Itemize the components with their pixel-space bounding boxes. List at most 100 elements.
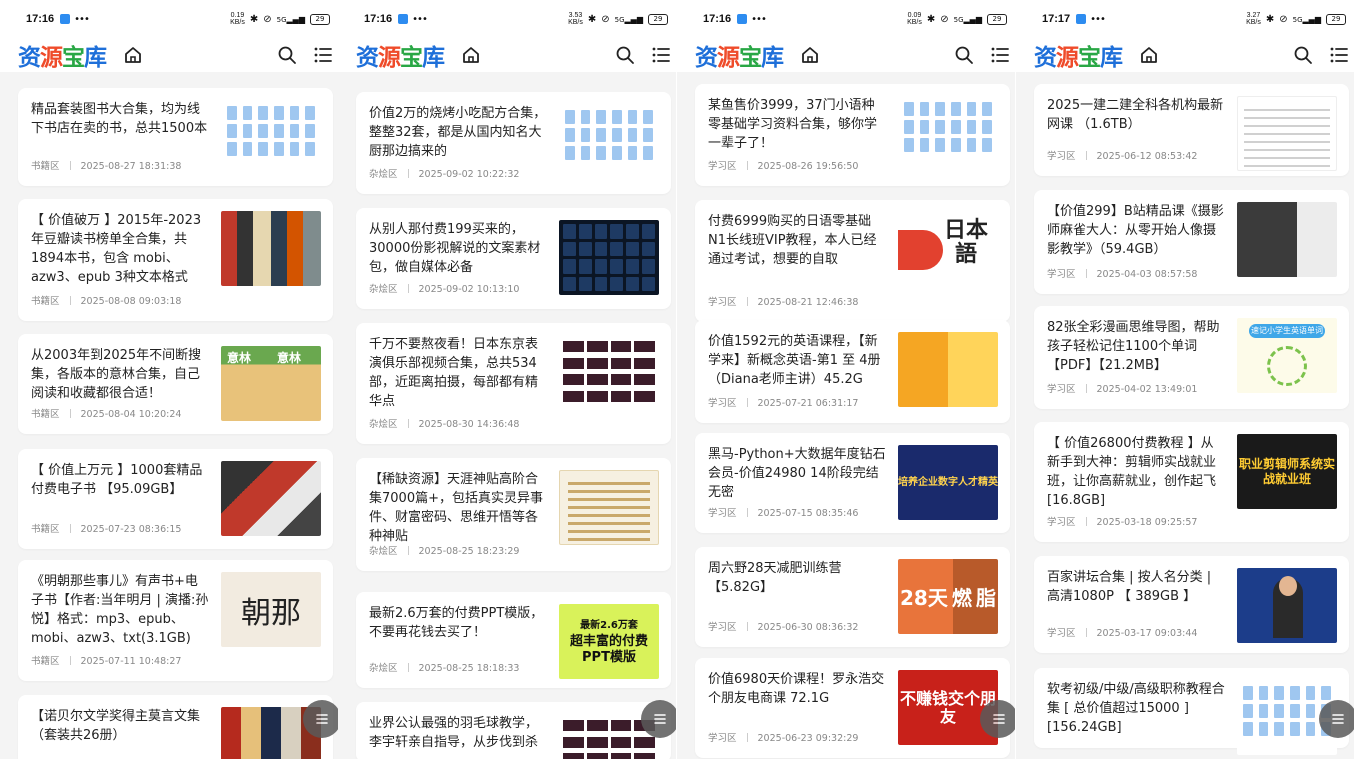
site-logo[interactable]: 资源宝库 bbox=[356, 38, 445, 72]
card-title[interactable]: 82张全彩漫画思维导图，帮助孩子轻松记住1100个单词【PDF】【21.2MB】 bbox=[1047, 318, 1225, 375]
resource-card[interactable]: 千万不要熬夜看！日本东京表演俱乐部视频合集，总共534部，近距离拍摄，每部都有精… bbox=[356, 323, 671, 444]
menu-list-icon[interactable] bbox=[312, 44, 334, 66]
card-title[interactable]: 千万不要熬夜看！日本东京表演俱乐部视频合集，总共534部，近距离拍摄，每部都有精… bbox=[369, 335, 547, 411]
card-category[interactable]: 书籍区 bbox=[31, 409, 60, 420]
card-category[interactable]: 书籍区 bbox=[31, 296, 60, 307]
card-category[interactable]: 学习区 bbox=[708, 622, 737, 633]
site-logo[interactable]: 资源宝库 bbox=[18, 38, 107, 72]
resource-card[interactable]: 【稀缺资源】天涯神贴高阶合集7000篇+，包括真实灵异事件、财富密码、思维开悟等… bbox=[356, 458, 671, 571]
floating-menu-button[interactable] bbox=[1319, 700, 1354, 738]
card-category[interactable]: 书籍区 bbox=[31, 524, 60, 535]
thumbnail-tbl[interactable] bbox=[1237, 96, 1337, 171]
card-category[interactable]: 杂烩区 bbox=[369, 169, 398, 180]
thumbnail-fit[interactable]: 28天燃脂 bbox=[898, 559, 998, 634]
card-title[interactable]: 【 价值26800付费教程 】从新手到大神：剪辑师实战就业班，让你高薪就业，创作… bbox=[1047, 434, 1225, 510]
thumbnail-dark[interactable] bbox=[559, 220, 659, 295]
resource-card[interactable]: 【 价值破万 】2015年-2023年豆瓣读书榜单全合集，共 1894本书，包含… bbox=[18, 199, 333, 321]
resource-card[interactable]: 付费6999购买的日语零基础N1长线班VIP教程，本人已经通过考试，想要的自取学… bbox=[695, 200, 1010, 322]
thumbnail-files[interactable] bbox=[221, 100, 321, 175]
card-title[interactable]: 从2003年到2025年不间断搜集，各版本的意林合集，自己阅读和收藏都很合适！ bbox=[31, 346, 209, 403]
thumbnail-ming[interactable]: 朝那 bbox=[221, 572, 321, 647]
resource-card[interactable]: 【 价值上万元 】1000套精品付费电子书 【95.09GB】 书籍区 2025-0… bbox=[18, 449, 333, 549]
menu-list-icon[interactable] bbox=[989, 44, 1011, 66]
resource-card[interactable]: 最新2.6万套的付费PPT模版，不要再花钱去买了！ 杂烩区 2025-08-25 1… bbox=[356, 592, 671, 688]
thumbnail-files[interactable] bbox=[559, 104, 659, 179]
card-category[interactable]: 杂烩区 bbox=[369, 546, 398, 557]
resource-card[interactable]: 价值1592元的英语课程，【新学来】新概念英语-第1 至 4册（Diana老师主… bbox=[695, 320, 1010, 423]
card-title[interactable]: 精品套装图书大合集，均为线下书店在卖的书，总共1500本 bbox=[31, 100, 209, 138]
card-category[interactable]: 学习区 bbox=[708, 161, 737, 172]
thumbnail-photo[interactable] bbox=[1237, 202, 1337, 277]
resource-card[interactable]: 从2003年到2025年不间断搜集，各版本的意林合集，自己阅读和收藏都很合适！ 书… bbox=[18, 334, 333, 434]
resource-card[interactable]: 百家讲坛合集 | 按人名分类 | 高清1080P 【 389GB 】学习区 202… bbox=[1034, 556, 1349, 653]
resource-card[interactable]: 价值6980天价课程！罗永浩交个朋友电商课 72.1G 学习区 2025-06-23… bbox=[695, 658, 1010, 758]
thumbnail-books[interactable] bbox=[221, 211, 321, 286]
resource-card[interactable]: 【价值299】B站精品课《摄影师麻雀大人：从零开始人像摄影教学》（59.4GB）… bbox=[1034, 190, 1349, 294]
thumbnail-lect[interactable] bbox=[1237, 568, 1337, 643]
search-icon[interactable] bbox=[953, 44, 975, 66]
resource-card[interactable]: 精品套装图书大合集，均为线下书店在卖的书，总共1500本 书籍区 2025-08-2… bbox=[18, 88, 333, 186]
resource-card[interactable]: 2025一建二建全科各机构最新网课 （1.6TB） 学习区 2025-06-12 0… bbox=[1034, 84, 1349, 176]
card-title[interactable]: 付费6999购买的日语零基础N1长线班VIP教程，本人已经通过考试，想要的自取 bbox=[708, 212, 886, 269]
resource-card[interactable]: 【诺贝尔文学奖得主莫言文集（套装共26册） bbox=[18, 695, 333, 759]
thumbnail-mind[interactable]: 速记小学生英语单词 bbox=[1237, 318, 1337, 393]
card-title[interactable]: 从别人那付费199买来的，30000份影视解说的文案素材包，做自媒体必备 bbox=[369, 220, 547, 277]
card-title[interactable]: 价值1592元的英语课程，【新学来】新概念英语-第1 至 4册（Diana老师主… bbox=[708, 332, 886, 389]
site-logo[interactable]: 资源宝库 bbox=[1034, 38, 1123, 72]
resource-card[interactable]: 业界公认最强的羽毛球教学，李宇轩亲自指导，从步伐到杀 bbox=[356, 702, 671, 759]
card-category[interactable]: 学习区 bbox=[1047, 628, 1076, 639]
card-title[interactable]: 最新2.6万套的付费PPT模版，不要再花钱去买了！ bbox=[369, 604, 547, 642]
resource-card[interactable]: 黑马-Python+大数据年度钻石会员-价值24980 14阶段完结无密 学习区 2… bbox=[695, 433, 1010, 533]
search-icon[interactable] bbox=[276, 44, 298, 66]
card-title[interactable]: 【 价值破万 】2015年-2023年豆瓣读书榜单全合集，共 1894本书，包含… bbox=[31, 211, 209, 287]
card-category[interactable]: 学习区 bbox=[1047, 517, 1076, 528]
thumbnail-eng[interactable] bbox=[898, 332, 998, 407]
card-category[interactable]: 学习区 bbox=[708, 508, 737, 519]
thumbnail-edit[interactable]: 职业剪辑师系统实战就业班 bbox=[1237, 434, 1337, 509]
thumbnail-vid[interactable] bbox=[559, 335, 659, 410]
card-category[interactable]: 杂烩区 bbox=[369, 284, 398, 295]
card-category[interactable]: 学习区 bbox=[708, 733, 737, 744]
resource-card[interactable]: 某鱼售价3999，37门小语种零基础学习资料合集，够你学一辈子了！ 学习区 2025… bbox=[695, 84, 1010, 186]
thumbnail-py[interactable]: 培养企业数字人才精英 bbox=[898, 445, 998, 520]
resource-card[interactable]: 《明朝那些事儿》有声书+电子书【作者:当年明月 | 演播:孙悦】格式：mp3、e… bbox=[18, 560, 333, 681]
floating-menu-button[interactable] bbox=[303, 700, 338, 738]
card-title[interactable]: 【诺贝尔文学奖得主莫言文集（套装共26册） bbox=[31, 707, 209, 745]
card-category[interactable]: 书籍区 bbox=[31, 656, 60, 667]
card-category[interactable]: 学习区 bbox=[708, 398, 737, 409]
card-title[interactable]: 《明朝那些事儿》有声书+电子书【作者:当年明月 | 演播:孙悦】格式：mp3、e… bbox=[31, 572, 209, 648]
floating-menu-button[interactable] bbox=[641, 700, 676, 738]
menu-list-icon[interactable] bbox=[650, 44, 672, 66]
card-title[interactable]: 价值2万的烧烤小吃配方合集，整整32套，都是从国内知名大厨那边搞来的 bbox=[369, 104, 547, 161]
thumbnail-files[interactable] bbox=[898, 96, 998, 171]
card-category[interactable]: 学习区 bbox=[1047, 269, 1076, 280]
menu-list-icon[interactable] bbox=[1328, 44, 1350, 66]
card-title[interactable]: 价值6980天价课程！罗永浩交个朋友电商课 72.1G bbox=[708, 670, 886, 708]
floating-menu-button[interactable] bbox=[980, 700, 1015, 738]
thumbnail-yilin[interactable]: 意林 意林 bbox=[221, 346, 321, 421]
home-icon[interactable] bbox=[122, 44, 144, 66]
card-category[interactable]: 学习区 bbox=[1047, 151, 1076, 162]
home-icon[interactable] bbox=[1138, 44, 1160, 66]
card-category[interactable]: 杂烩区 bbox=[369, 663, 398, 674]
resource-card[interactable]: 周六野28天减肥训练营【5.82G】 学习区 2025-06-30 08:36:32… bbox=[695, 547, 1010, 647]
search-icon[interactable] bbox=[1292, 44, 1314, 66]
card-title[interactable]: 2025一建二建全科各机构最新网课 （1.6TB） bbox=[1047, 96, 1225, 134]
thumbnail-ebook[interactable] bbox=[221, 461, 321, 536]
card-title[interactable]: 【稀缺资源】天涯神贴高阶合集7000篇+，包括真实灵异事件、财富密码、思维开悟等… bbox=[369, 470, 547, 546]
resource-card[interactable]: 从别人那付费199买来的，30000份影视解说的文案素材包，做自媒体必备 杂烩区 2… bbox=[356, 208, 671, 309]
search-icon[interactable] bbox=[614, 44, 636, 66]
thumbnail-doc[interactable] bbox=[559, 470, 659, 545]
card-category[interactable]: 学习区 bbox=[1047, 384, 1076, 395]
card-title[interactable]: 某鱼售价3999，37门小语种零基础学习资料合集，够你学一辈子了！ bbox=[708, 96, 886, 153]
thumbnail-jp[interactable]: 日本語 bbox=[898, 212, 998, 287]
card-title[interactable]: 百家讲坛合集 | 按人名分类 | 高清1080P 【 389GB 】 bbox=[1047, 568, 1225, 606]
card-title[interactable]: 软考初级/中级/高级职称教程合集 [ 总价值超过15000 ] [156.24G… bbox=[1047, 680, 1225, 737]
thumbnail-ppt[interactable]: 最新2.6万套 超丰富的付费 PPT模版 bbox=[559, 604, 659, 679]
card-category[interactable]: 书籍区 bbox=[31, 161, 60, 172]
card-title[interactable]: 【价值299】B站精品课《摄影师麻雀大人：从零开始人像摄影教学》（59.4GB） bbox=[1047, 202, 1225, 259]
site-logo[interactable]: 资源宝库 bbox=[695, 38, 784, 72]
resource-card[interactable]: 82张全彩漫画思维导图，帮助孩子轻松记住1100个单词【PDF】【21.2MB】… bbox=[1034, 306, 1349, 409]
card-title[interactable]: 黑马-Python+大数据年度钻石会员-价值24980 14阶段完结无密 bbox=[708, 445, 886, 502]
resource-card[interactable]: 【 价值26800付费教程 】从新手到大神：剪辑师实战就业班，让你高薪就业，创作… bbox=[1034, 422, 1349, 542]
